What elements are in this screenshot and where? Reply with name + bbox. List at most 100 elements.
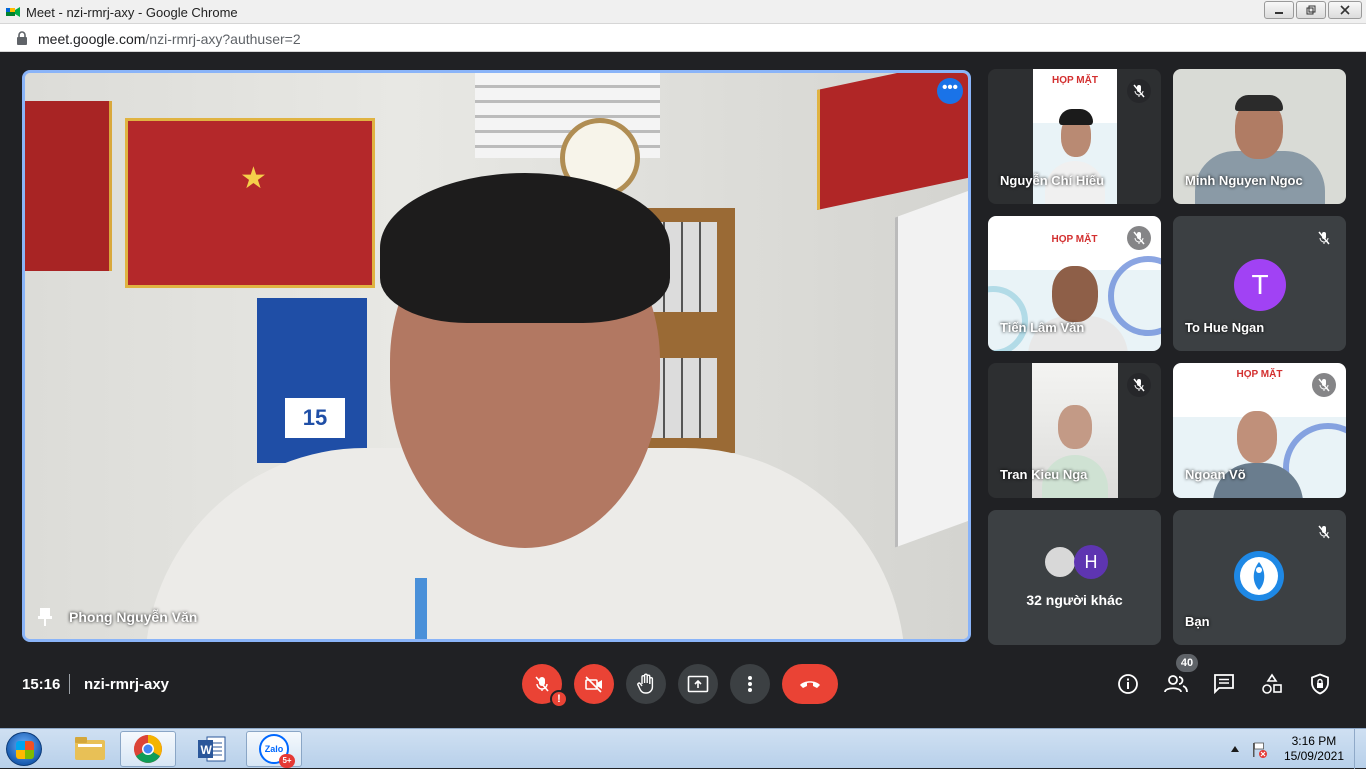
muted-mic-icon bbox=[1312, 373, 1336, 397]
chat-icon bbox=[1214, 674, 1234, 695]
info-icon bbox=[1118, 674, 1138, 694]
windows-taskbar: W Zalo 5+ 3:16 PM 15/09/2021 bbox=[0, 728, 1366, 769]
more-options-button[interactable]: ••• bbox=[937, 78, 963, 104]
zalo-badge: 5+ bbox=[279, 754, 295, 768]
organization-logo-icon bbox=[1234, 551, 1284, 601]
meeting-code: nzi-rmrj-axy bbox=[84, 676, 170, 693]
present-icon bbox=[687, 675, 709, 693]
meeting-details-button[interactable] bbox=[1116, 672, 1140, 696]
windows-logo-icon bbox=[16, 741, 34, 759]
activities-button[interactable] bbox=[1260, 672, 1284, 696]
url-text[interactable]: meet.google.com/nzi-rmrj-axy?authuser=2 bbox=[38, 31, 301, 47]
camera-toggle-button[interactable] bbox=[574, 664, 614, 704]
folder-icon bbox=[75, 737, 105, 760]
shapes-icon bbox=[1262, 673, 1282, 694]
network-flag-icon[interactable] bbox=[1250, 741, 1268, 759]
leave-call-button[interactable] bbox=[782, 664, 838, 704]
participant-tile[interactable]: T To Hue Ngan bbox=[1173, 216, 1346, 351]
muted-mic-icon bbox=[1127, 373, 1151, 397]
restore-icon bbox=[1306, 5, 1316, 15]
participant-name: Tiến Lâm Văn bbox=[1000, 320, 1085, 335]
word-icon: W bbox=[198, 736, 226, 762]
url-host: meet.google.com bbox=[38, 31, 146, 47]
mic-alert-badge: ! bbox=[550, 690, 568, 708]
people-button[interactable] bbox=[1164, 672, 1188, 696]
poster-headline: HỌP MẶT bbox=[1052, 75, 1098, 86]
zalo-label: Zalo bbox=[264, 744, 284, 754]
raise-hand-button[interactable] bbox=[626, 664, 666, 704]
taskbar-word[interactable]: W bbox=[184, 731, 240, 767]
host-controls-button[interactable] bbox=[1308, 672, 1332, 696]
minimize-button[interactable] bbox=[1264, 1, 1294, 19]
microphone-toggle-button[interactable]: ! bbox=[522, 664, 568, 708]
others-tile[interactable]: H 32 người khác bbox=[988, 510, 1161, 645]
people-icon bbox=[1164, 675, 1188, 693]
muted-mic-icon bbox=[1127, 226, 1151, 250]
taskbar-chrome[interactable] bbox=[120, 731, 176, 767]
meet-favicon-icon bbox=[6, 7, 20, 17]
muted-mic-icon bbox=[1127, 79, 1151, 103]
window-title: Meet - nzi-rmrj-axy - Google Chrome bbox=[26, 5, 238, 20]
muted-mic-icon bbox=[1312, 520, 1336, 544]
close-button[interactable] bbox=[1328, 1, 1362, 19]
window-titlebar: Meet - nzi-rmrj-axy - Google Chrome bbox=[0, 0, 1366, 24]
pin-icon[interactable] bbox=[37, 607, 53, 627]
taskbar-zalo[interactable]: Zalo 5+ bbox=[246, 731, 302, 768]
show-desktop-button[interactable] bbox=[1354, 729, 1366, 769]
divider bbox=[69, 674, 70, 694]
participant-name: To Hue Ngan bbox=[1185, 320, 1265, 335]
address-bar[interactable]: meet.google.com/nzi-rmrj-axy?authuser=2 bbox=[0, 24, 1366, 52]
show-hidden-icons-icon[interactable] bbox=[1230, 745, 1240, 753]
main-speaker-name: Phong Nguyễn Văn bbox=[69, 609, 198, 625]
others-label: 32 người khác bbox=[1026, 592, 1123, 608]
participant-tile[interactable]: Minh Nguyen Ngoc bbox=[1173, 69, 1346, 204]
avatar bbox=[1043, 545, 1077, 579]
mic-off-icon bbox=[535, 676, 549, 692]
self-tile[interactable]: Bạn bbox=[1173, 510, 1346, 645]
url-path: /nzi-rmrj-axy?authuser=2 bbox=[145, 31, 301, 47]
taskbar-clock[interactable]: 3:16 PM 15/09/2021 bbox=[1284, 734, 1344, 764]
participant-tile[interactable]: Tran Kieu Nga bbox=[988, 363, 1161, 498]
meeting-controls-bar: 15:16 nzi-rmrj-axy ! 40 bbox=[0, 652, 1366, 718]
main-speaker-tile[interactable]: ★ 15 Phong Nguyễn Văn ••• bbox=[22, 70, 971, 642]
system-tray: 3:16 PM 15/09/2021 bbox=[1206, 729, 1366, 769]
chrome-icon bbox=[134, 735, 162, 763]
start-button[interactable] bbox=[6, 732, 42, 766]
zalo-icon: Zalo 5+ bbox=[259, 734, 295, 768]
meet-stage: ★ 15 Phong Nguyễn Văn ••• HỌP MẶT Nguyễn… bbox=[0, 52, 1366, 728]
participant-name: Ngoan Võ bbox=[1185, 467, 1246, 482]
more-dots-icon: ••• bbox=[942, 79, 958, 96]
participant-tile[interactable]: HỌP MẶT Tiến Lâm Văn bbox=[988, 216, 1161, 351]
hand-icon bbox=[637, 673, 654, 694]
present-screen-button[interactable] bbox=[678, 664, 718, 704]
minimize-icon bbox=[1275, 12, 1283, 14]
hang-up-icon bbox=[800, 681, 820, 688]
chat-button[interactable] bbox=[1212, 672, 1236, 696]
avatar: T bbox=[1234, 259, 1286, 311]
vertical-dots-icon bbox=[748, 676, 752, 692]
maximize-button[interactable] bbox=[1296, 1, 1326, 19]
muted-mic-icon bbox=[1312, 226, 1336, 250]
self-name: Bạn bbox=[1185, 614, 1210, 629]
avatar: H bbox=[1074, 545, 1108, 579]
taskbar-date: 15/09/2021 bbox=[1283, 749, 1344, 763]
participant-name: Tran Kieu Nga bbox=[1000, 467, 1088, 482]
participant-tile[interactable]: HỌP MẶT Nguyễn Chí Hiếu bbox=[988, 69, 1161, 204]
participant-name: Minh Nguyen Ngoc bbox=[1185, 173, 1303, 188]
close-icon bbox=[1340, 5, 1350, 15]
lock-icon bbox=[17, 31, 27, 45]
window-controls bbox=[1264, 1, 1362, 19]
meeting-time: 15:16 bbox=[22, 676, 61, 693]
taskbar-time: 3:16 PM bbox=[1291, 734, 1337, 748]
banner-left bbox=[25, 101, 112, 271]
whiteboard bbox=[895, 188, 968, 548]
speaker-video bbox=[145, 128, 905, 639]
more-options-button[interactable] bbox=[730, 664, 770, 704]
participant-tile[interactable]: HỌP MẶT Ngoan Võ bbox=[1173, 363, 1346, 498]
svg-text:W: W bbox=[201, 743, 213, 757]
participants-count-badge: 40 bbox=[1176, 654, 1198, 672]
participant-name: Nguyễn Chí Hiếu bbox=[1000, 173, 1105, 188]
taskbar-file-explorer[interactable] bbox=[62, 731, 118, 767]
shield-lock-icon bbox=[1311, 673, 1329, 695]
camera-off-icon bbox=[585, 676, 602, 693]
